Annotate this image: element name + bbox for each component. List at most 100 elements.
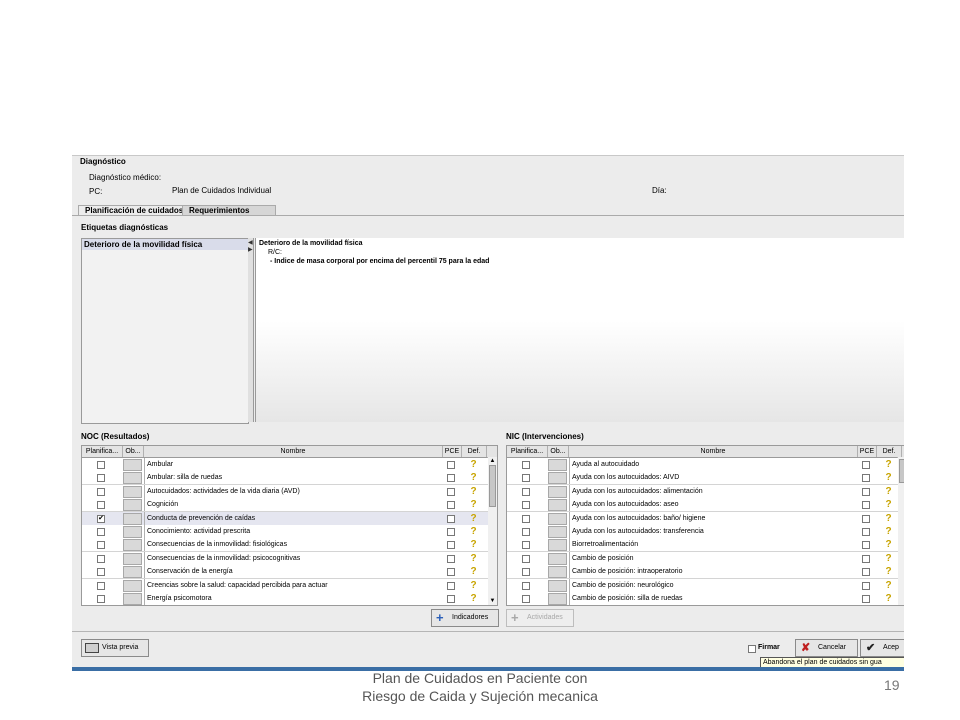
help-icon[interactable]: ? [882, 566, 895, 577]
nic-planifica-checkbox[interactable] [522, 595, 530, 603]
noc-table-row[interactable]: Consecuencias de la inmovilidad: psicoco… [82, 551, 488, 566]
nic-ob-button[interactable] [548, 512, 567, 525]
nic-col-ob[interactable]: Ob... [548, 446, 569, 457]
nic-ob-button[interactable] [548, 579, 567, 592]
noc-table-row[interactable]: Conocimiento: actividad prescrita? [82, 525, 488, 539]
noc-pce-checkbox[interactable] [447, 514, 455, 523]
help-icon[interactable]: ? [467, 580, 480, 591]
nic-table-row[interactable]: Ayuda con los autocuidados: transferenci… [507, 525, 898, 539]
nic-ob-button[interactable] [548, 485, 567, 498]
noc-table-row[interactable]: Conservación de la energía? [82, 565, 488, 580]
nic-planifica-checkbox[interactable] [522, 501, 530, 510]
noc-table-row[interactable]: Cognición? [82, 498, 488, 513]
nic-planifica-checkbox[interactable] [522, 487, 530, 496]
splitter-left-arrow[interactable]: ◀ [248, 240, 253, 246]
noc-planifica-checkbox[interactable] [97, 541, 105, 550]
nic-table-row[interactable]: Cambio de posición? [507, 551, 898, 566]
noc-ob-button[interactable] [123, 499, 142, 512]
noc-pce-checkbox[interactable] [447, 461, 455, 469]
nic-col-def[interactable]: Def. [877, 446, 902, 457]
noc-table-row[interactable]: Ambular? [82, 458, 488, 472]
noc-planifica-checkbox[interactable] [97, 568, 105, 577]
nic-col-pce[interactable]: PCE [858, 446, 877, 457]
help-icon[interactable]: ? [882, 526, 895, 537]
help-icon[interactable]: ? [882, 486, 895, 497]
noc-planifica-checkbox[interactable] [97, 501, 105, 510]
nic-planifica-checkbox[interactable] [522, 541, 530, 550]
nic-planifica-checkbox[interactable] [522, 581, 530, 590]
help-icon[interactable]: ? [467, 472, 480, 483]
splitter-right-arrow[interactable]: ▶ [248, 247, 253, 253]
noc-col-def[interactable]: Def. [462, 446, 487, 457]
noc-planifica-checkbox[interactable] [97, 461, 105, 469]
nic-pce-checkbox[interactable] [862, 487, 870, 496]
noc-table-row[interactable]: Autocuidados: actividades de la vida dia… [82, 484, 488, 499]
noc-planifica-checkbox[interactable]: ✔ [97, 514, 105, 523]
noc-table-row[interactable]: ✔ Conducta de prevención de caídas? [82, 511, 488, 526]
nic-ob-button[interactable] [548, 593, 567, 605]
noc-ob-button[interactable] [123, 512, 142, 525]
firmar-checkbox[interactable] [748, 645, 756, 653]
noc-ob-button[interactable] [123, 485, 142, 498]
help-icon[interactable]: ? [467, 459, 480, 470]
nic-table-row[interactable]: Cambio de posición: neurológico? [507, 578, 898, 593]
nic-scroll-thumb[interactable] [899, 459, 904, 483]
noc-planifica-checkbox[interactable] [97, 554, 105, 563]
nic-scrollbar[interactable] [897, 457, 904, 605]
noc-pce-checkbox[interactable] [447, 501, 455, 510]
noc-pce-checkbox[interactable] [447, 595, 455, 603]
help-icon[interactable]: ? [882, 593, 895, 604]
cancelar-button[interactable]: ✘ Cancelar [795, 639, 858, 657]
noc-table-row[interactable]: Energía psicomotora? [82, 592, 488, 605]
nic-ob-button[interactable] [548, 459, 567, 471]
nic-pce-checkbox[interactable] [862, 514, 870, 523]
noc-pce-checkbox[interactable] [447, 487, 455, 496]
noc-ob-button[interactable] [123, 459, 142, 471]
noc-pce-checkbox[interactable] [447, 554, 455, 563]
nic-ob-button[interactable] [548, 552, 567, 565]
noc-ob-button[interactable] [123, 472, 142, 485]
help-icon[interactable]: ? [882, 553, 895, 564]
nic-pce-checkbox[interactable] [862, 541, 870, 550]
noc-pce-checkbox[interactable] [447, 581, 455, 590]
help-icon[interactable]: ? [882, 472, 895, 483]
nic-table-row[interactable]: Ayuda con los autocuidados: aseo? [507, 498, 898, 513]
nic-table-row[interactable]: Ayuda con los autocuidados: baño/ higien… [507, 511, 898, 526]
noc-scroll-thumb[interactable] [489, 465, 496, 507]
help-icon[interactable]: ? [467, 513, 480, 524]
help-icon[interactable]: ? [467, 593, 480, 604]
nic-ob-button[interactable] [548, 472, 567, 485]
nic-ob-button[interactable] [548, 566, 567, 579]
noc-col-nombre[interactable]: Nombre [144, 446, 443, 457]
help-icon[interactable]: ? [882, 513, 895, 524]
noc-scroll-up-arrow[interactable]: ▲ [488, 457, 497, 465]
nic-table-row[interactable]: Biorretroalimentación? [507, 538, 898, 553]
help-icon[interactable]: ? [467, 566, 480, 577]
nic-pce-checkbox[interactable] [862, 581, 870, 590]
noc-ob-button[interactable] [123, 579, 142, 592]
vista-previa-button[interactable]: Vista previa [81, 639, 149, 657]
noc-ob-button[interactable] [123, 566, 142, 579]
noc-pce-checkbox[interactable] [447, 528, 455, 536]
nic-planifica-checkbox[interactable] [522, 568, 530, 577]
noc-planifica-checkbox[interactable] [97, 528, 105, 536]
nic-pce-checkbox[interactable] [862, 568, 870, 577]
noc-ob-button[interactable] [123, 539, 142, 552]
nic-col-nombre[interactable]: Nombre [569, 446, 858, 457]
nic-planifica-checkbox[interactable] [522, 474, 530, 483]
noc-pce-checkbox[interactable] [447, 568, 455, 577]
help-icon[interactable]: ? [882, 539, 895, 550]
nic-ob-button[interactable] [548, 539, 567, 552]
noc-col-ob[interactable]: Ob... [123, 446, 144, 457]
noc-col-planifica[interactable]: Planifica... [82, 446, 123, 457]
noc-table-row[interactable]: Creencias sobre la salud: capacidad perc… [82, 578, 488, 593]
help-icon[interactable]: ? [882, 499, 895, 510]
nic-ob-button[interactable] [548, 499, 567, 512]
noc-planifica-checkbox[interactable] [97, 581, 105, 590]
nic-table-row[interactable]: Ayuda al autocuidado? [507, 458, 898, 472]
noc-scroll-down-arrow[interactable]: ▼ [488, 597, 497, 605]
noc-table-row[interactable]: Consecuencias de la inmovilidad: fisioló… [82, 538, 488, 553]
noc-col-pce[interactable]: PCE [443, 446, 462, 457]
noc-planifica-checkbox[interactable] [97, 487, 105, 496]
nic-pce-checkbox[interactable] [862, 595, 870, 603]
